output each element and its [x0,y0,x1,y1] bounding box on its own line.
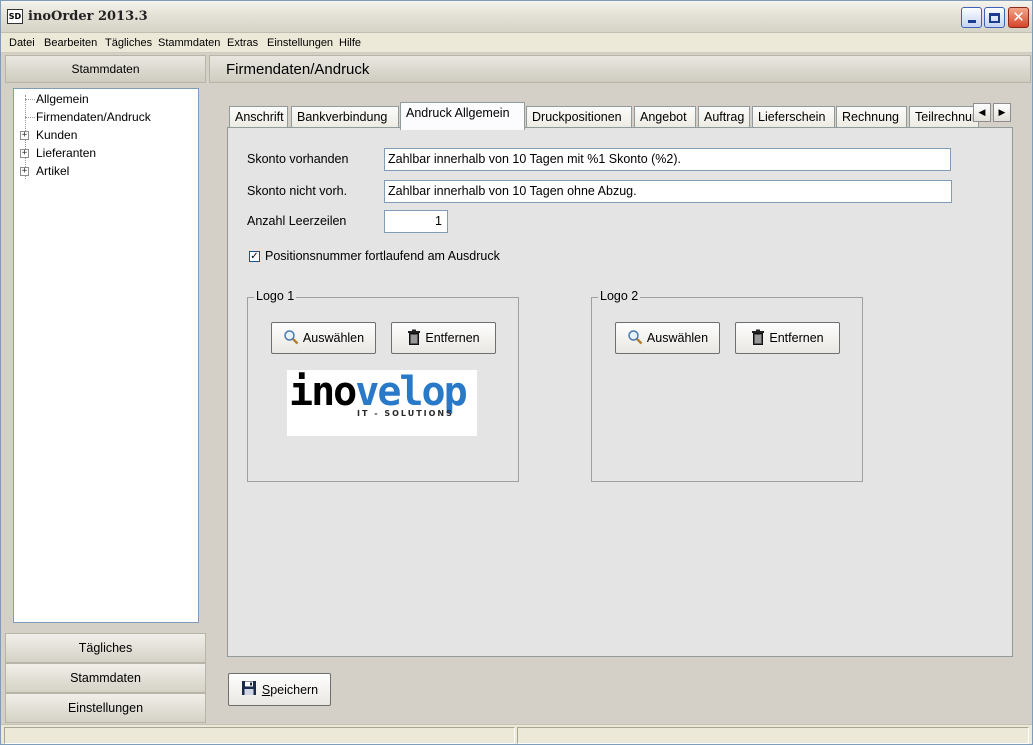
floppy-disk-icon [241,680,257,699]
app-icon: SD [7,9,23,24]
tree-connector [25,117,35,118]
company-logo-image: inovelop IT - SOLUTIONS [287,370,477,436]
tab-druckpositionen[interactable]: Druckpositionen [526,106,632,129]
logo1-remove-label: Entfernen [425,331,480,345]
menu-stammdaten[interactable]: Stammdaten [158,37,220,49]
logo1-remove-button[interactable]: Entfernen [391,322,496,354]
minimize-icon [967,20,976,23]
skonto-nicht-input[interactable]: Zahlbar innerhalb von 10 Tagen ohne Abzu… [384,180,952,203]
maximize-icon [989,12,1000,23]
tab-bankverbindung[interactable]: Bankverbindung [291,106,399,129]
logo2-title: Logo 2 [598,289,641,303]
minimize-button[interactable] [961,7,982,28]
tree-connector [25,99,35,100]
magnifier-icon [283,329,299,348]
tree-item-lieferanten[interactable]: + Lieferanten [14,144,194,162]
expand-plus-icon[interactable]: + [20,149,29,158]
nav-button-einstellungen[interactable]: Einstellungen [5,693,206,723]
tab-lieferschein[interactable]: Lieferschein [752,106,835,129]
skonto-vorhanden-label: Skonto vorhanden [247,152,349,166]
title-bar[interactable]: SD inoOrder 2013.3 ✕ [1,1,1032,33]
tree-item-label: Kunden [36,128,78,142]
tab-anschrift[interactable]: Anschrift [229,106,288,129]
expand-plus-icon[interactable]: + [20,131,29,140]
left-panel-header: Stammdaten [5,55,206,83]
logo1-select-button[interactable]: Auswählen [271,322,376,354]
main-header: Firmendaten/Andruck [209,55,1031,83]
nav-button-taegliches[interactable]: Tägliches [5,633,206,663]
tab-angebot[interactable]: Angebot [634,106,696,129]
save-label-accesskey: S [261,682,271,697]
tree-item-firmendaten[interactable]: Firmendaten/Andruck [14,108,194,126]
maximize-button[interactable] [984,7,1005,28]
tab-strip: Anschrift Bankverbindung Andruck Allgeme… [229,102,1029,130]
tab-teilrechnung[interactable]: Teilrechnung [909,106,979,129]
close-button[interactable]: ✕ [1008,7,1029,28]
save-label: Speichern [262,683,318,697]
tab-scroll-right-icon[interactable]: ▶ [993,103,1011,122]
trash-icon [407,329,421,348]
tree-item-allgemein[interactable]: Allgemein [14,90,194,108]
tab-scroll-left-icon[interactable]: ◀ [973,103,991,122]
skonto-vorhanden-input[interactable]: Zahlbar innerhalb von 10 Tagen mit %1 Sk… [384,148,951,171]
logo-tagline: IT - SOLUTIONS [357,409,454,418]
trash-icon [751,329,765,348]
logo1-select-label: Auswählen [302,331,365,345]
menu-hilfe[interactable]: Hilfe [339,37,361,49]
save-label-rest: peichern [270,682,319,697]
tree-item-label: Firmendaten/Andruck [36,110,151,124]
tab-auftrag[interactable]: Auftrag [698,106,750,129]
menu-bearbeiten[interactable]: Bearbeiten [44,37,97,49]
window-title: inoOrder 2013.3 [28,9,148,24]
logo-wordmark: inovelop [289,369,468,415]
menu-bar: Datei Bearbeiten Tägliches Stammdaten Ex… [1,33,1032,53]
menu-datei[interactable]: Datei [9,37,35,49]
expand-plus-icon[interactable]: + [20,167,29,176]
tree-item-label: Artikel [36,164,70,178]
tree-item-artikel[interactable]: + Artikel [14,162,194,180]
status-cell-left [4,727,515,744]
page-title: Firmendaten/Andruck [226,61,370,78]
tree-item-label: Allgemein [36,92,89,106]
magnifier-icon [627,329,643,348]
menu-extras[interactable]: Extras [227,37,258,49]
logo1-title: Logo 1 [254,289,297,303]
navigation-tree: Allgemein Firmendaten/Andruck + Kunden +… [13,88,199,623]
tab-rechnung[interactable]: Rechnung [836,106,907,129]
tree-item-label: Lieferanten [36,146,97,160]
positionsnummer-checkbox[interactable]: ✓ [249,251,260,262]
logo2-remove-label: Entfernen [769,331,824,345]
logo2-select-label: Auswählen [646,331,709,345]
app-window: SD inoOrder 2013.3 ✕ Datei Bearbeiten Tä… [0,0,1033,745]
status-bar [1,724,1032,744]
anzahl-leerzeilen-input[interactable]: 1 [384,210,448,233]
menu-taegliches[interactable]: Tägliches [105,37,152,49]
tab-andruck-allgemein[interactable]: Andruck Allgemein [400,102,525,130]
status-cell-right [517,727,1029,744]
save-button[interactable]: Speichern [228,673,331,706]
menu-einstellungen[interactable]: Einstellungen [267,37,333,49]
positionsnummer-label[interactable]: Positionsnummer fortlaufend am Ausdruck [265,249,500,263]
logo2-select-button[interactable]: Auswählen [615,322,720,354]
tree-item-kunden[interactable]: + Kunden [14,126,194,144]
skonto-nicht-label: Skonto nicht vorh. [247,184,348,198]
logo2-remove-button[interactable]: Entfernen [735,322,840,354]
logo-word-black: ino [289,369,357,415]
anzahl-leerzeilen-label: Anzahl Leerzeilen [247,214,347,228]
nav-button-stammdaten[interactable]: Stammdaten [5,663,206,693]
close-icon: ✕ [1012,8,1025,26]
